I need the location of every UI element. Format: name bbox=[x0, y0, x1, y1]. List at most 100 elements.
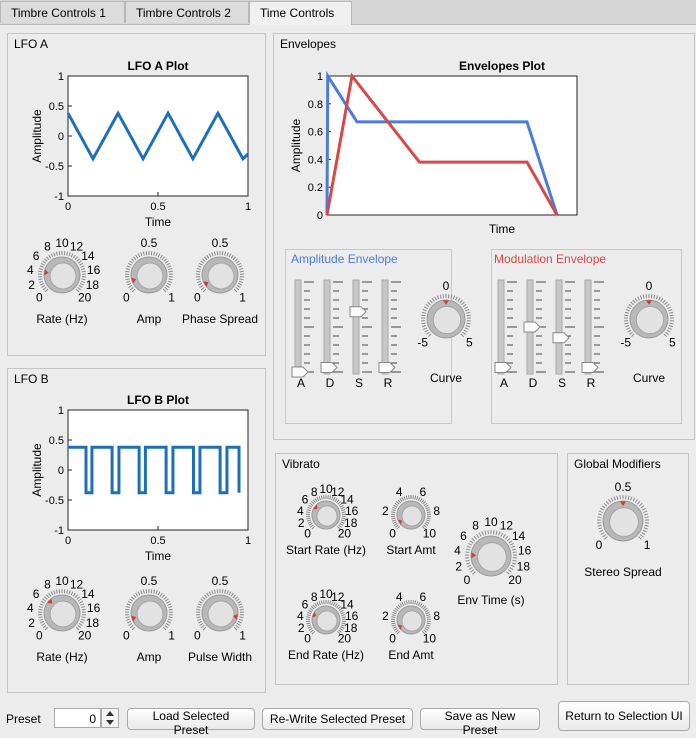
knob-tick-label: 5 bbox=[669, 335, 676, 349]
y-tick-label: 0 bbox=[317, 210, 323, 222]
knob-tick bbox=[403, 496, 406, 501]
modulation-slider-s[interactable]: S bbox=[552, 279, 575, 390]
knob-tick bbox=[421, 499, 425, 504]
knob-tick bbox=[142, 589, 145, 594]
amplitude-slider-a[interactable]: A bbox=[291, 279, 314, 390]
knob-tick bbox=[666, 329, 671, 333]
knob-tick bbox=[80, 280, 85, 283]
plot-area bbox=[67, 75, 249, 197]
knob-tick bbox=[44, 288, 49, 293]
knob-tick bbox=[42, 624, 47, 629]
knob-tick bbox=[213, 251, 216, 256]
knob-tick bbox=[509, 542, 514, 546]
knob-tick bbox=[405, 600, 408, 605]
start-rate-knob[interactable]: 02468 101214161820Start Rate (Hz) bbox=[286, 482, 366, 557]
knob-tick bbox=[233, 288, 238, 293]
amplitude-slider-r[interactable]: R bbox=[378, 279, 401, 390]
return-to-selection-ui-button[interactable]: Return to Selection UI bbox=[558, 701, 690, 731]
knob-tick bbox=[74, 594, 78, 599]
knob-tick bbox=[79, 620, 85, 624]
knob-tick bbox=[393, 627, 398, 631]
modulation-slider-r[interactable]: R bbox=[581, 279, 604, 390]
knob-tick-label: 16 bbox=[518, 544, 532, 558]
modulation-slider-a[interactable]: A bbox=[494, 279, 517, 390]
amp-knob[interactable]: 0 0.5 1 Amp bbox=[123, 236, 175, 326]
amplitude-slider-s[interactable]: S bbox=[349, 279, 372, 390]
envelopes-plot: Envelopes Plot Time Amplitude 0 0.2 0.4 0.6 0.8… bbox=[289, 59, 578, 236]
knob-tick bbox=[464, 306, 469, 310]
knob-tick bbox=[80, 265, 85, 268]
rewrite-selected-preset-button[interactable]: Re-Write Selected Preset bbox=[262, 708, 413, 730]
knob-tick bbox=[419, 603, 423, 607]
start-amt-knob[interactable]: 024 68 10 Start Amt bbox=[382, 485, 440, 557]
env-time-knob[interactable]: 02468 10 1214161820Env Time (s) bbox=[454, 515, 532, 607]
chevron-up-icon[interactable] bbox=[106, 711, 114, 716]
knob-tick bbox=[72, 592, 76, 597]
knob-tick bbox=[131, 626, 136, 631]
modulation-slider-d[interactable]: D bbox=[523, 279, 546, 390]
knob-tick bbox=[46, 256, 50, 261]
slider-track bbox=[294, 279, 302, 375]
x-axis-label: Time bbox=[489, 222, 516, 236]
knob-tick bbox=[81, 270, 86, 273]
tab-timbre-controls-1[interactable]: Timbre Controls 1 bbox=[0, 1, 125, 23]
knob-tick bbox=[669, 311, 674, 314]
rate-knob[interactable]: 02468 10 1214161820Rate (Hz) bbox=[27, 236, 101, 326]
slider-thumb bbox=[378, 362, 396, 373]
knob-tick bbox=[196, 616, 201, 619]
knob-tick bbox=[200, 260, 205, 264]
knob-tick bbox=[660, 297, 664, 302]
knob-tick-label: 6 bbox=[419, 485, 426, 499]
knob-tick bbox=[391, 624, 396, 627]
knob-tick bbox=[504, 535, 509, 540]
tab-timbre-controls-2[interactable]: Timbre Controls 2 bbox=[125, 1, 249, 23]
knob-tick bbox=[421, 311, 426, 314]
stereo-spread-knob[interactable]: 0 0.5 1 Stereo Spread bbox=[584, 480, 661, 579]
knob-cap bbox=[49, 600, 77, 628]
amp-knob[interactable]: 0 0.5 1 Amp bbox=[123, 574, 175, 664]
knob-tick bbox=[662, 299, 666, 304]
knob-tick bbox=[308, 504, 313, 508]
amplitude-curve-knob[interactable]: -5 0 5 Curve bbox=[417, 279, 473, 385]
knob-tick-label: 2 bbox=[382, 504, 389, 518]
knob-tick bbox=[399, 603, 403, 607]
end-rate-knob[interactable]: 02468 101214161820End Rate (Hz) bbox=[288, 587, 364, 662]
knob-tick bbox=[232, 594, 236, 599]
knob-tick bbox=[600, 507, 605, 511]
save-as-new-preset-button[interactable]: Save as New Preset bbox=[420, 708, 540, 737]
knob-tick bbox=[465, 559, 470, 562]
knob-tick bbox=[636, 500, 641, 505]
preset-input[interactable]: 0 bbox=[54, 708, 101, 728]
rate-knob[interactable]: 02468 10 1214161820Rate (Hz) bbox=[27, 574, 101, 664]
knob-tick bbox=[634, 499, 638, 503]
amplitude-slider-d[interactable]: D bbox=[320, 279, 343, 390]
knob-tick bbox=[196, 270, 201, 273]
knob-tick-label: 2 bbox=[28, 616, 35, 630]
knob-tick-label: 0.5 bbox=[141, 574, 158, 588]
knob-tick bbox=[39, 618, 44, 621]
end-amt-knob[interactable]: 024 68 10 End Amt bbox=[382, 590, 440, 662]
knob-tick bbox=[39, 282, 45, 286]
knob-tick bbox=[127, 600, 132, 604]
knob-tick-label: 0 bbox=[389, 631, 396, 645]
knob-label: Phase Spread bbox=[182, 312, 258, 326]
slider-label: D bbox=[326, 376, 335, 390]
knob-tick bbox=[512, 551, 517, 554]
knob-tick-label: 2 bbox=[455, 560, 462, 574]
preset-spinner[interactable] bbox=[101, 708, 119, 728]
y-tick-label: 0.4 bbox=[308, 154, 323, 166]
y-axis-label: Amplitude bbox=[289, 119, 303, 173]
modulation-curve-knob[interactable]: -5 0 5 Curve bbox=[620, 279, 676, 385]
knob-tick bbox=[140, 590, 143, 595]
load-selected-preset-button[interactable]: Load Selected Preset bbox=[127, 708, 255, 737]
knob-tick bbox=[239, 608, 244, 611]
knob-tick bbox=[125, 268, 130, 271]
knob-tick bbox=[309, 502, 314, 506]
knob-label: Rate (Hz) bbox=[36, 650, 87, 664]
pulse-width-knob[interactable]: 0 0.5 1 Pulse Width bbox=[188, 574, 252, 664]
phase-spread-knob[interactable]: 0 0.5 1 Phase Spread bbox=[182, 236, 258, 326]
knob-tick bbox=[423, 306, 428, 310]
tab-time-controls[interactable]: Time Controls bbox=[249, 1, 352, 25]
knob-tick bbox=[168, 270, 173, 273]
chevron-down-icon[interactable] bbox=[106, 720, 114, 725]
